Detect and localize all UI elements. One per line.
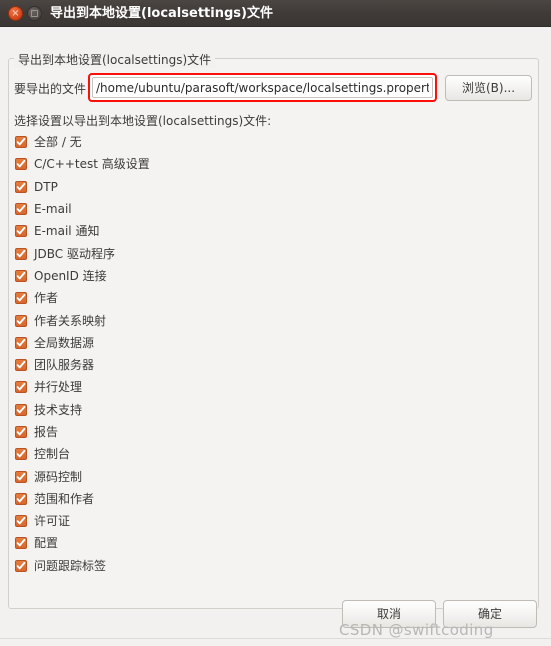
checkbox-row[interactable]: E-mail (9, 198, 519, 220)
export-localsettings-dialog: × 导出到本地设置(localsettings)文件 导出到本地设置(local… (0, 0, 551, 646)
checkbox-label: 许可证 (34, 514, 71, 529)
export-group-legend: 导出到本地设置(localsettings)文件 (14, 51, 216, 68)
checkbox-checked-icon[interactable] (15, 492, 27, 505)
checkbox-label: OpenID 连接 (34, 268, 107, 283)
checkbox-row[interactable]: 源码控制 (9, 465, 519, 487)
checkbox-label: 全局数据源 (34, 335, 95, 350)
file-path-highlight (88, 73, 437, 102)
checkbox-checked-icon[interactable] (15, 470, 27, 483)
dialog-body: 导出到本地设置(localsettings)文件 要导出的文件 浏览(B)...… (0, 27, 551, 646)
checkbox-checked-icon[interactable] (15, 158, 27, 171)
checkbox-label: 团队服务器 (34, 358, 95, 373)
checkbox-checked-icon[interactable] (15, 225, 27, 238)
checkbox-label: 并行处理 (34, 380, 83, 395)
checkbox-row[interactable]: 报告 (9, 421, 519, 443)
checkbox-checked-icon[interactable] (15, 247, 27, 260)
checkbox-checked-icon[interactable] (15, 180, 27, 193)
checkbox-checked-icon[interactable] (15, 559, 27, 572)
checkbox-checked-icon[interactable] (15, 269, 27, 282)
checkbox-row[interactable]: JDBC 驱动程序 (9, 242, 519, 264)
window-title: 导出到本地设置(localsettings)文件 (50, 6, 273, 21)
checkbox-checked-icon[interactable] (15, 515, 27, 528)
checkbox-label: 问题跟踪标签 (34, 558, 107, 573)
close-glyph: × (11, 8, 20, 19)
checkbox-row[interactable]: 作者关系映射 (9, 309, 519, 331)
checkbox-row[interactable]: E-mail 通知 (9, 220, 519, 242)
checkbox-label: 控制台 (34, 447, 71, 462)
checkbox-label: 报告 (34, 425, 59, 439)
title-bar: × 导出到本地设置(localsettings)文件 (0, 0, 551, 27)
watermark: CSDN @swiftcoding (339, 621, 494, 639)
checkbox-label: E-mail 通知 (34, 224, 100, 239)
checkbox-label: 范围和作者 (34, 491, 95, 506)
file-path-label: 要导出的文件 (14, 82, 87, 96)
checkbox-checked-icon[interactable] (15, 537, 27, 550)
checkbox-checked-icon[interactable] (15, 426, 27, 438)
checkbox-label: 源码控制 (34, 469, 83, 484)
checkbox-row[interactable]: 许可证 (9, 510, 519, 532)
checkbox-label: C/C++test 高级设置 (34, 157, 150, 172)
checkbox-row[interactable]: OpenID 连接 (9, 265, 519, 287)
checkbox-label: 全部 / 无 (34, 135, 82, 150)
checkbox-row[interactable]: 问题跟踪标签 (9, 555, 519, 577)
checkbox-row[interactable]: 并行处理 (9, 376, 519, 398)
checkbox-row[interactable]: 配置 (9, 532, 519, 554)
checkbox-row[interactable]: 范围和作者 (9, 488, 519, 510)
checkbox-row[interactable]: 技术支持 (9, 399, 519, 421)
checkbox-row[interactable]: 全部 / 无 (9, 131, 519, 153)
checkbox-label: 作者 (34, 291, 59, 306)
checkbox-row[interactable]: 控制台 (9, 443, 519, 465)
checkbox-label: 作者关系映射 (34, 313, 107, 328)
checkbox-checked-icon[interactable] (15, 403, 27, 416)
maximize-icon[interactable] (27, 6, 42, 21)
file-path-input[interactable] (92, 77, 433, 98)
checkbox-row[interactable]: 作者 (9, 287, 519, 309)
checkbox-checked-icon[interactable] (15, 292, 27, 305)
settings-checkbox-list: 全部 / 无 C/C++test 高级设置 DTP E-mail E-mail 通知 JD… (9, 131, 519, 577)
checkbox-row[interactable]: C/C++test 高级设置 (9, 153, 519, 175)
checkbox-checked-icon[interactable] (15, 448, 27, 461)
checkbox-label: E-mail (34, 202, 72, 217)
checkbox-checked-icon[interactable] (15, 314, 27, 327)
checkbox-checked-icon[interactable] (15, 336, 27, 349)
close-icon[interactable]: × (8, 6, 23, 21)
checkbox-label: 配置 (34, 536, 59, 551)
checkbox-label: 技术支持 (34, 402, 83, 417)
checkbox-row[interactable]: 团队服务器 (9, 354, 519, 376)
selection-instruction: 选择设置以导出到本地设置(localsettings)文件: (14, 114, 272, 128)
checkbox-checked-icon[interactable] (15, 359, 27, 372)
checkbox-label: JDBC 驱动程序 (34, 246, 115, 261)
checkbox-checked-icon[interactable] (15, 381, 27, 394)
maximize-glyph (31, 10, 38, 17)
checkbox-row[interactable]: 全局数据源 (9, 332, 519, 354)
checkbox-row[interactable]: DTP (9, 176, 519, 198)
browse-button[interactable]: 浏览(B)... (445, 75, 532, 101)
checkbox-checked-icon[interactable] (15, 203, 27, 216)
checkbox-label: DTP (34, 179, 58, 194)
checkbox-checked-icon[interactable] (15, 136, 27, 149)
